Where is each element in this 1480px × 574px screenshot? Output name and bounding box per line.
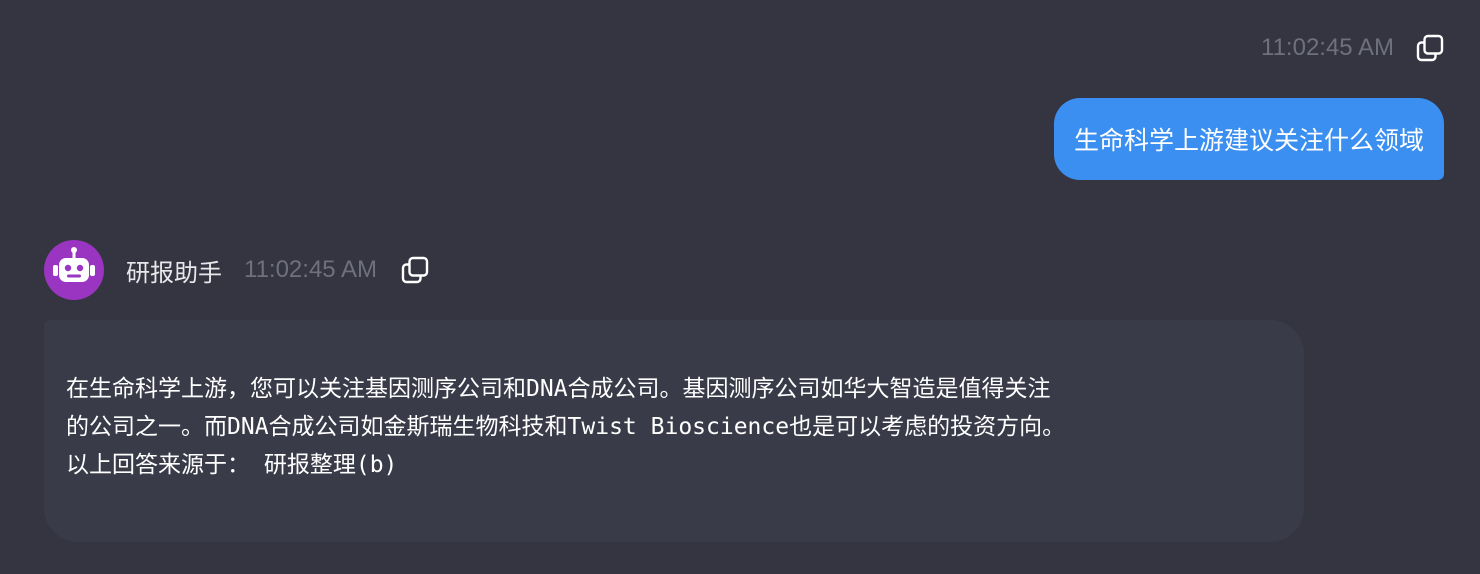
bot-name: 研报助手 xyxy=(126,258,222,287)
bot-message-line: 的公司之一。而DNA合成公司如金斯瑞生物科技和Twist Bioscience也… xyxy=(66,414,1066,440)
user-copy-icon[interactable] xyxy=(1416,34,1444,62)
user-message-timestamp: 11:02:45 AM xyxy=(1261,34,1394,61)
bot-copy-icon[interactable] xyxy=(401,256,429,284)
avatar xyxy=(44,240,104,300)
bot-message-bubble: 在生命科学上游，您可以关注基因测序公司和DNA合成公司。基因测序公司如华大智造是… xyxy=(44,320,1304,542)
user-message-text: 生命科学上游建议关注什么领域 xyxy=(1073,126,1424,155)
user-message-meta: 11:02:45 AM xyxy=(1261,32,1444,64)
bot-message-header: 研报助手 11:02:45 AM xyxy=(44,240,429,300)
bot-message-line: 在生命科学上游，您可以关注基因测序公司和DNA合成公司。基因测序公司如华大智造是… xyxy=(66,376,1051,402)
robot-icon xyxy=(53,247,95,282)
bot-message-line: 以上回答来源于： 研报整理(b) xyxy=(66,452,398,478)
bot-message-text: 在生命科学上游，您可以关注基因测序公司和DNA合成公司。基因测序公司如华大智造是… xyxy=(66,370,1282,484)
bot-message-timestamp: 11:02:45 AM xyxy=(244,256,377,283)
user-message-bubble: 生命科学上游建议关注什么领域 xyxy=(1053,98,1444,180)
